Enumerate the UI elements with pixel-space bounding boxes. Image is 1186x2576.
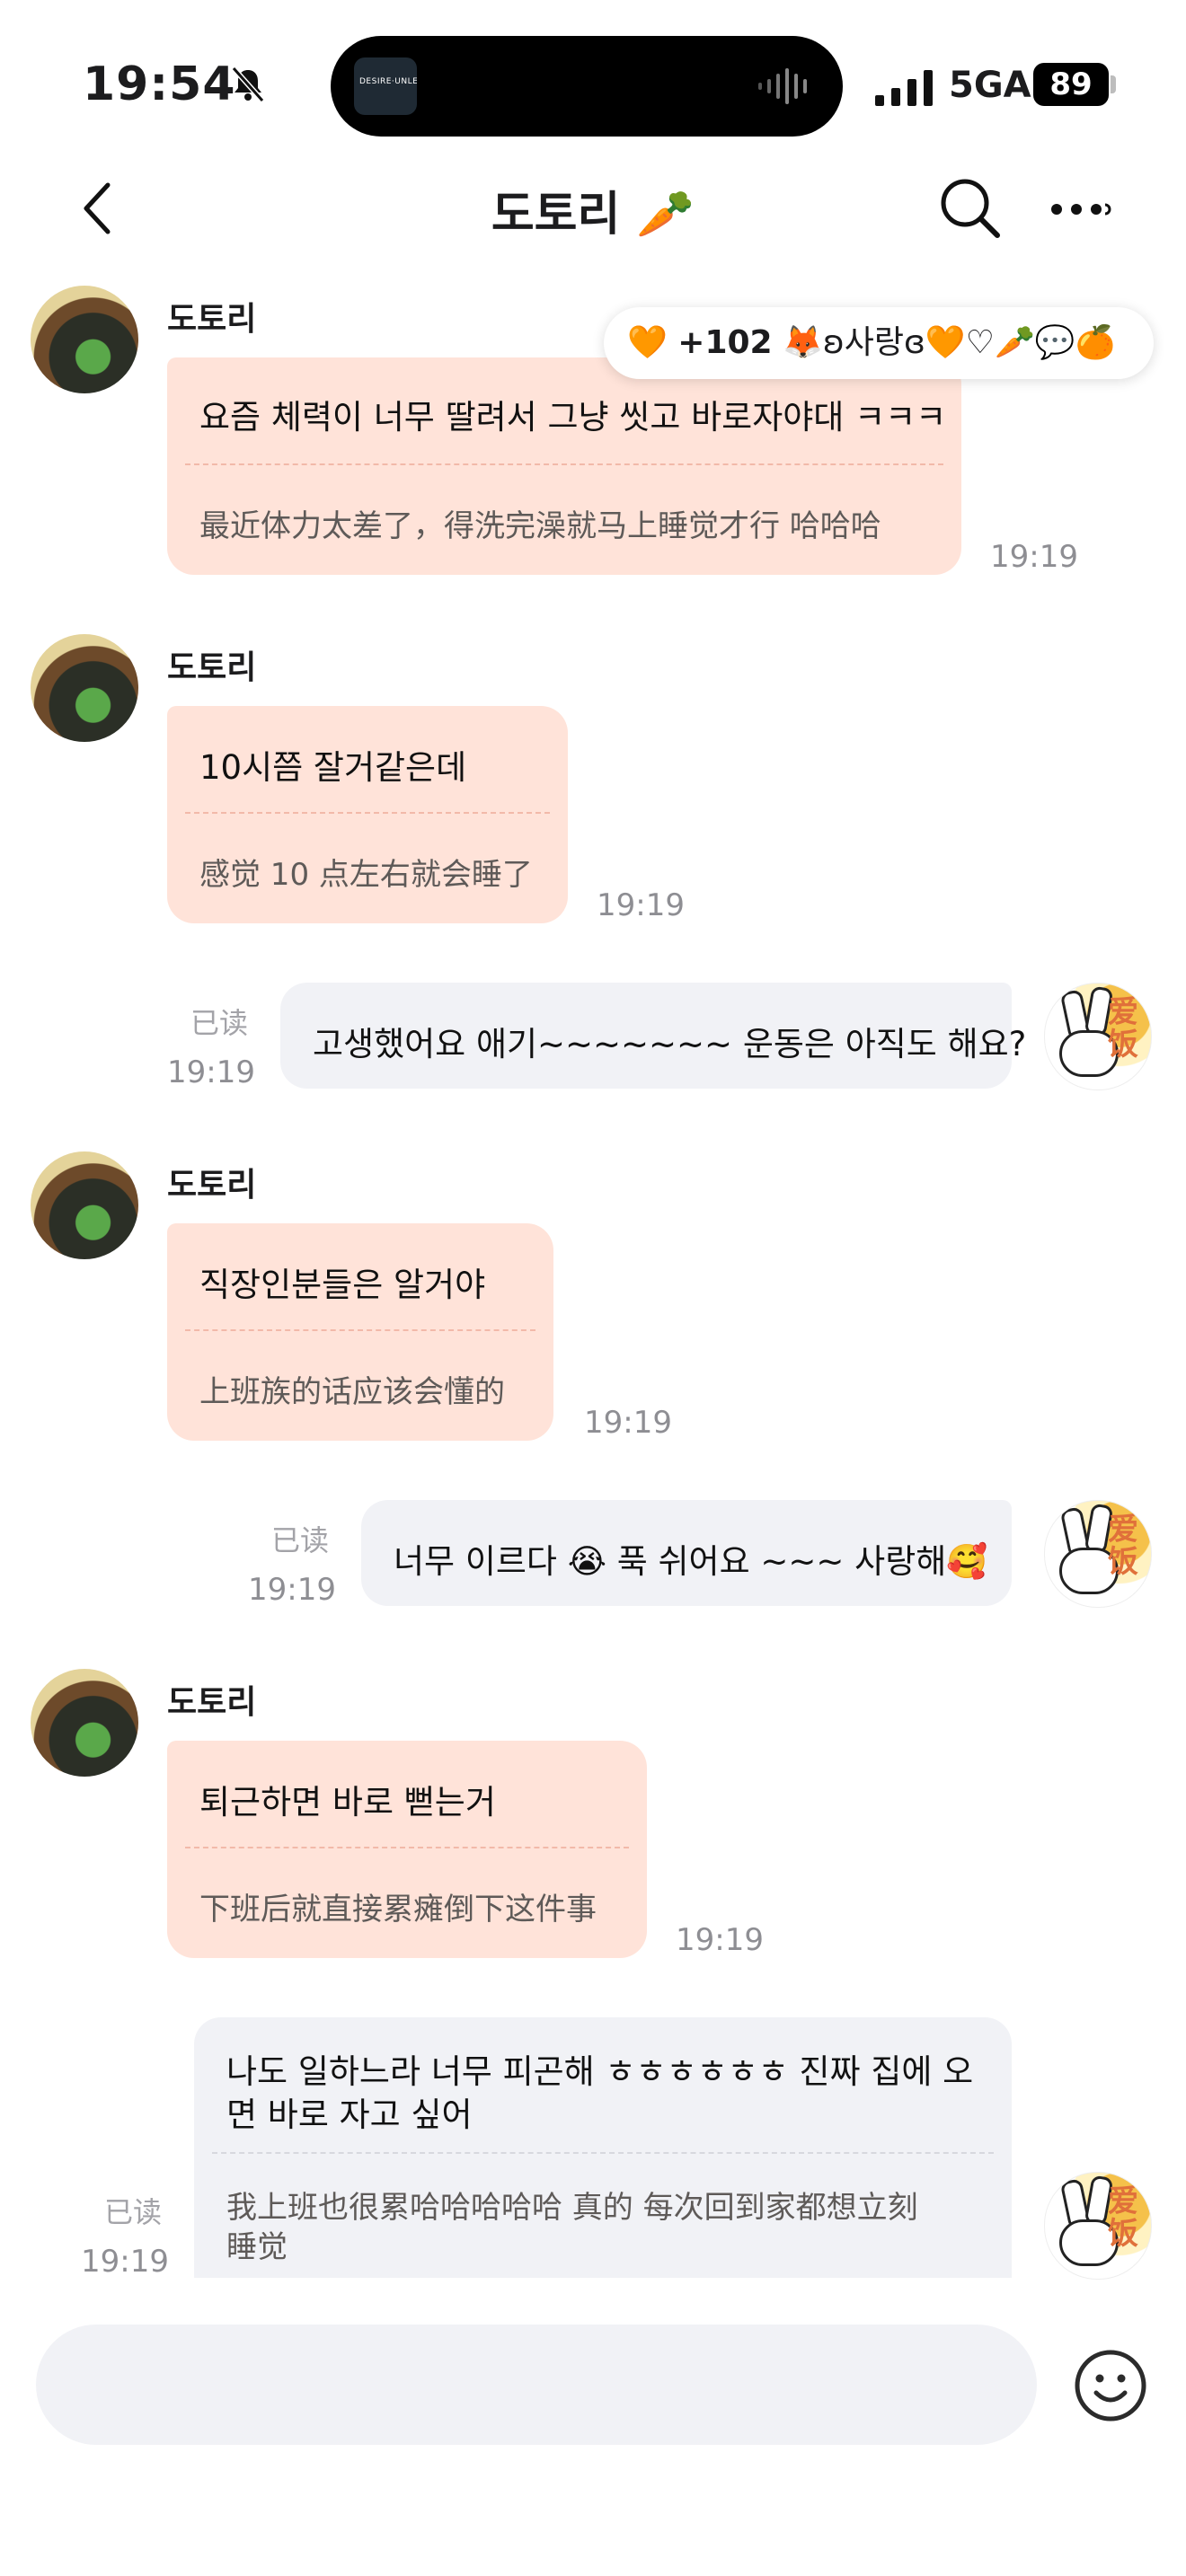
message-translation: 最近体力太差了，得洗完澡就马上睡觉才行 哈哈哈 bbox=[199, 508, 881, 544]
read-receipt: 已读 bbox=[270, 1523, 329, 1557]
message-bubble[interactable]: 요즘 체력이 너무 딸려서 그냥 씻고 바로자야대 ㅋㅋㅋ 最近体力太差了，得洗… bbox=[167, 357, 961, 575]
translation-divider bbox=[212, 2152, 994, 2154]
avatar-sticker-text: 爱饭 bbox=[1108, 994, 1138, 1063]
translation-divider bbox=[185, 1329, 535, 1331]
translation-divider bbox=[185, 1847, 629, 1848]
smiley-icon[interactable] bbox=[1073, 2348, 1148, 2423]
more-icon[interactable] bbox=[1049, 196, 1112, 223]
message-time: 19:19 bbox=[676, 1922, 764, 1958]
my-avatar[interactable]: 爱饭 bbox=[1044, 1500, 1152, 1608]
network-type: 5GA bbox=[949, 65, 1031, 106]
message-text: 퇴근하면 바로 뻗는거 bbox=[199, 1783, 496, 1822]
translation-divider bbox=[185, 812, 550, 814]
message-time: 19:19 bbox=[584, 1405, 672, 1441]
reaction-count: +102 bbox=[677, 324, 773, 361]
message-translation: 上班族的话应该会懂的 bbox=[199, 1374, 505, 1410]
my-avatar[interactable]: 爱饭 bbox=[1044, 983, 1152, 1090]
status-time: 19:54 bbox=[83, 57, 236, 111]
message-bubble[interactable]: 퇴근하면 바로 뻗는거 下班后就直接累瘫倒下这件事 bbox=[167, 1741, 647, 1958]
message-translation-line1: 我上班也很累哈哈哈哈哈 真的 每次回到家都想立刻 bbox=[226, 2190, 918, 2226]
reaction-badge[interactable]: 🧡 +102 🦊ʚ사랑ɞ🧡♡🥕💬🍊 bbox=[604, 307, 1154, 379]
message-time: 19:19 bbox=[167, 1054, 255, 1090]
message-time: 19:19 bbox=[81, 2244, 169, 2280]
partner-avatar[interactable] bbox=[31, 634, 138, 742]
message-text: 너무 이르다 😭 푹 쉬어요 ~~~ 사랑해🥰 bbox=[394, 1542, 988, 1581]
message-text: 10시쯤 잘거같은데 bbox=[199, 748, 467, 787]
message-translation: 感觉 10 点左右就会睡了 bbox=[199, 857, 533, 893]
message-text: 고생했어요 애기~~~~~~~ 운동은 아직도 해요? bbox=[313, 1025, 1027, 1063]
search-icon[interactable] bbox=[938, 176, 1003, 241]
audio-wave-icon bbox=[758, 68, 807, 104]
message-text: 요즘 체력이 너무 딸려서 그냥 씻고 바로자야대 ㅋㅋㅋ bbox=[199, 398, 947, 437]
sender-name: 도토리 bbox=[167, 301, 257, 338]
now-playing-artwork[interactable]: DESIRE·UNLEASH bbox=[354, 57, 417, 115]
message-input[interactable] bbox=[36, 2325, 1037, 2445]
message-time: 19:19 bbox=[248, 1572, 336, 1608]
translation-divider bbox=[185, 463, 943, 465]
battery-level: 89 bbox=[1033, 63, 1109, 106]
message-translation: 下班后就直接累瘫倒下这件事 bbox=[199, 1892, 597, 1928]
message-text-line1: 나도 일하느라 너무 피곤해 ㅎㅎㅎㅎㅎㅎ 진짜 집에 오 bbox=[226, 2052, 974, 2091]
message-bubble[interactable]: 직장인분들은 알거야 上班族的话应该会懂的 bbox=[167, 1223, 553, 1441]
read-receipt: 已读 bbox=[190, 1006, 248, 1040]
message-translation-line2: 睡觉 bbox=[226, 2229, 288, 2265]
message-bubble[interactable]: 너무 이르다 😭 푹 쉬어요 ~~~ 사랑해🥰 bbox=[361, 1500, 1012, 1606]
chat-title: 도토리 🥕 bbox=[491, 188, 695, 242]
message-time: 19:19 bbox=[597, 887, 685, 923]
reaction-emojis: 🦊ʚ사랑ɞ🧡♡🥕💬🍊 bbox=[772, 324, 1116, 361]
reaction-prefix: 🧡 bbox=[627, 324, 678, 361]
avatar-sticker-text: 爱饭 bbox=[1108, 2183, 1138, 2252]
artwork-text: DESIRE·UNLEASH bbox=[359, 77, 417, 86]
message-bubble[interactable]: 나도 일하느라 너무 피곤해 ㅎㅎㅎㅎㅎㅎ 진짜 집에 오 면 바로 자고 싶어… bbox=[194, 2017, 1012, 2278]
read-receipt: 已读 bbox=[103, 2195, 162, 2229]
message-bubble[interactable]: 고생했어요 애기~~~~~~~ 운동은 아직도 해요? bbox=[280, 983, 1026, 1089]
partner-avatar[interactable] bbox=[31, 1669, 138, 1777]
sender-name: 도토리 bbox=[167, 1167, 257, 1204]
bell-slash-icon bbox=[231, 66, 265, 102]
cellular-signal-icon bbox=[875, 70, 933, 106]
partner-avatar[interactable] bbox=[31, 286, 138, 393]
battery-tip bbox=[1111, 75, 1116, 93]
avatar-sticker-text: 爱饭 bbox=[1108, 1512, 1138, 1580]
sender-name: 도토리 bbox=[167, 1684, 257, 1721]
message-text-line2: 면 바로 자고 싶어 bbox=[226, 2095, 473, 2134]
message-time: 19:19 bbox=[990, 539, 1078, 575]
message-bubble[interactable]: 10시쯤 잘거같은데 感觉 10 点左右就会睡了 bbox=[167, 706, 568, 923]
message-text: 직장인분들은 알거야 bbox=[199, 1266, 486, 1304]
partner-avatar[interactable] bbox=[31, 1151, 138, 1259]
my-avatar[interactable]: 爱饭 bbox=[1044, 2172, 1152, 2280]
sender-name: 도토리 bbox=[167, 649, 257, 686]
